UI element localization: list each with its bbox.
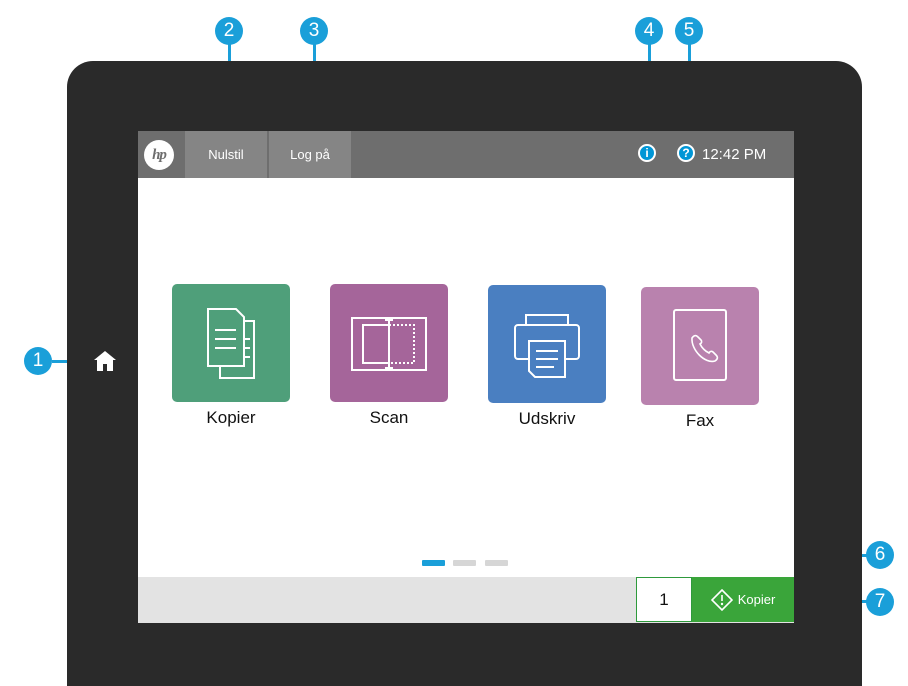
app-label-print: Udskriv <box>518 409 576 428</box>
callout-3: 3 <box>300 17 328 45</box>
help-icon[interactable]: ? <box>677 144 695 162</box>
app-tile-scan[interactable] <box>330 284 448 402</box>
app-tile-print[interactable] <box>488 285 606 403</box>
printer-icon <box>514 314 580 378</box>
start-button-label: Kopier <box>737 592 776 607</box>
app-scan[interactable]: Scan <box>330 284 448 428</box>
app-label-scan: Scan <box>369 408 409 427</box>
app-copy[interactable]: Kopier <box>172 284 290 428</box>
top-bar: hp Nulstil Log på i ? 12:42 PM <box>138 131 794 178</box>
page-dot-2[interactable] <box>453 560 476 566</box>
reset-button[interactable]: Nulstil <box>185 131 267 178</box>
page-dot-3[interactable] <box>485 560 508 566</box>
home-icon[interactable] <box>92 348 118 374</box>
app-tile-fax[interactable] <box>641 287 759 405</box>
start-copy-button[interactable]: Kopier <box>692 577 794 622</box>
page-dot-1[interactable] <box>422 560 445 566</box>
clock: 12:42 PM <box>702 146 767 163</box>
app-label-fax: Fax <box>685 411 715 430</box>
app-label-copy: Kopier <box>206 408 256 427</box>
hp-logo: hp <box>144 140 174 170</box>
app-tile-copy[interactable] <box>172 284 290 402</box>
sign-in-button[interactable]: Log på <box>269 131 351 178</box>
start-icon <box>710 588 733 611</box>
app-fax[interactable]: Fax <box>641 287 759 431</box>
callout-5: 5 <box>675 17 703 45</box>
fax-icon <box>673 309 727 381</box>
information-icon[interactable]: i <box>638 144 656 162</box>
copy-icon <box>207 308 255 379</box>
callout-4: 4 <box>635 17 663 45</box>
callout-6: 6 <box>866 541 894 569</box>
touchscreen: hp Nulstil Log på i ? 12:42 PM Kopier Sc… <box>138 131 794 623</box>
copies-count-field[interactable]: 1 <box>636 577 692 622</box>
callout-1: 1 <box>24 347 52 375</box>
scan-icon <box>351 317 427 371</box>
callout-2: 2 <box>215 17 243 45</box>
app-print[interactable]: Udskriv <box>488 285 606 429</box>
callout-7: 7 <box>866 588 894 616</box>
